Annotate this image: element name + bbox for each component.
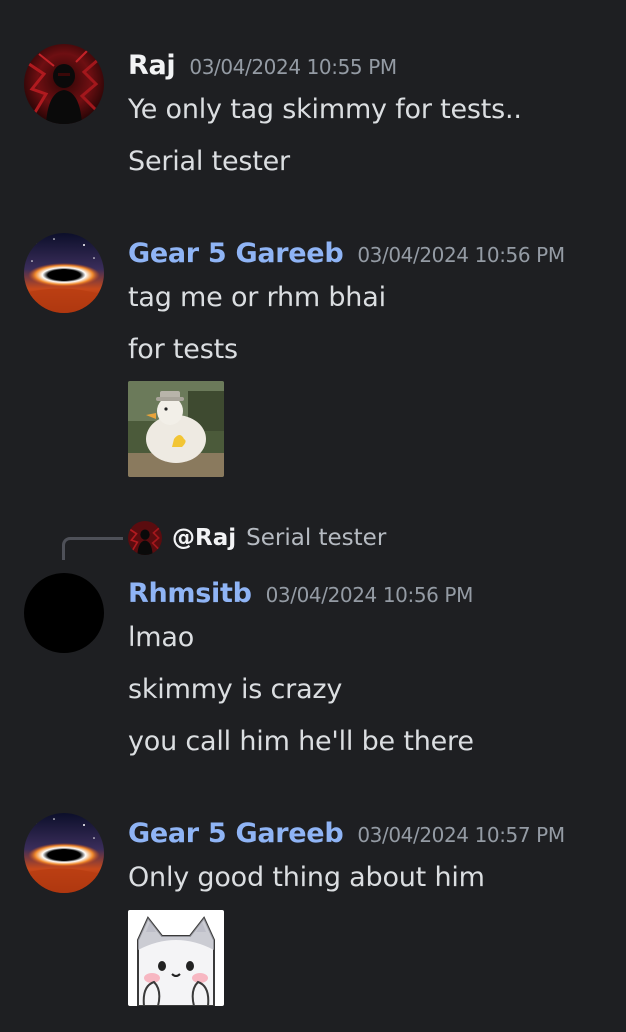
message-header: Gear 5 Gareeb 03/04/2024 10:57 PM — [128, 818, 565, 849]
cat-sticker[interactable] — [128, 910, 224, 1006]
timestamp: 03/04/2024 10:56 PM — [265, 583, 474, 607]
message-header: Gear 5 Gareeb 03/04/2024 10:56 PM — [128, 238, 565, 269]
message-text: for tests — [128, 334, 238, 365]
avatar-rhmsitb[interactable] — [24, 573, 104, 653]
timestamp: 03/04/2024 10:57 PM — [357, 823, 565, 847]
timestamp: 03/04/2024 10:56 PM — [357, 243, 565, 267]
message-text: you call him he'll be there — [128, 726, 474, 757]
reply-avatar-raj — [128, 521, 162, 555]
message-text: lmao — [128, 622, 195, 653]
reply-connector — [62, 537, 123, 560]
message-text: Ye only tag skimmy for tests.. — [128, 94, 522, 125]
username[interactable]: Gear 5 Gareeb — [128, 238, 344, 269]
reply-text: Serial tester — [246, 525, 387, 551]
timestamp: 03/04/2024 10:55 PM — [189, 55, 397, 79]
message-header: Raj 03/04/2024 10:55 PM — [128, 50, 397, 81]
avatar-gear5gareeb[interactable] — [24, 233, 104, 313]
message-text: tag me or rhm bhai — [128, 282, 386, 313]
reply-preview[interactable]: @Raj Serial tester — [128, 520, 386, 556]
avatar-raj[interactable] — [24, 44, 104, 124]
reply-mention[interactable]: @Raj — [172, 525, 236, 551]
message-text: Only good thing about him — [128, 862, 485, 893]
username[interactable]: Gear 5 Gareeb — [128, 818, 344, 849]
duck-image-attachment[interactable] — [128, 381, 224, 477]
message-header: Rhmsitb 03/04/2024 10:56 PM — [128, 578, 473, 609]
message-text: Serial tester — [128, 146, 290, 177]
username[interactable]: Raj — [128, 50, 176, 81]
avatar-gear5gareeb[interactable] — [24, 813, 104, 893]
username[interactable]: Rhmsitb — [128, 578, 252, 609]
message-text: skimmy is crazy — [128, 674, 343, 705]
